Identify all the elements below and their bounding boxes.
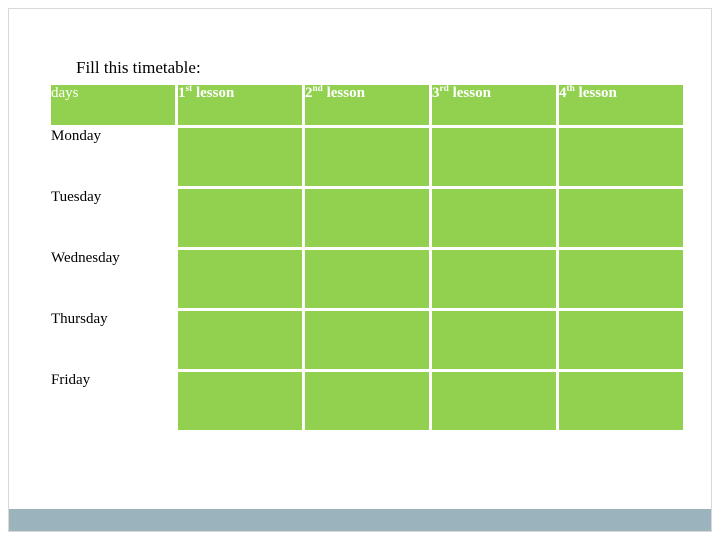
day-label-friday: Friday (51, 372, 175, 430)
lesson-4-number: 4 (559, 85, 567, 101)
cell-thursday-lesson-2[interactable] (305, 311, 429, 369)
cell-friday-lesson-1[interactable] (178, 372, 302, 430)
lesson-4-ordinal: th (566, 84, 575, 94)
cell-thursday-lesson-1[interactable] (178, 311, 302, 369)
cell-tuesday-lesson-3[interactable] (432, 189, 556, 247)
cell-monday-lesson-1[interactable] (178, 128, 302, 186)
table-row: Friday (51, 372, 683, 430)
footer-bar (9, 509, 711, 531)
cell-wednesday-lesson-2[interactable] (305, 250, 429, 308)
lesson-4-suffix: lesson (574, 85, 617, 101)
cell-friday-lesson-3[interactable] (432, 372, 556, 430)
cell-thursday-lesson-3[interactable] (432, 311, 556, 369)
lesson-2-number: 2 (305, 85, 313, 101)
column-header-lesson-4: 4th lesson (559, 84, 683, 125)
table-row: Monday (51, 128, 683, 186)
cell-monday-lesson-3[interactable] (432, 128, 556, 186)
column-header-lesson-2: 2nd lesson (305, 84, 429, 125)
table-row: Wednesday (51, 250, 683, 308)
lesson-1-suffix: lesson (192, 85, 235, 101)
column-header-days-label: days (51, 85, 79, 101)
slide-canvas: Fill this timetable: days 1st lesson 2nd… (0, 0, 720, 540)
cell-wednesday-lesson-3[interactable] (432, 250, 556, 308)
cell-tuesday-lesson-4[interactable] (559, 189, 683, 247)
lesson-3-number: 3 (432, 85, 440, 101)
instruction-text: Fill this timetable: (76, 58, 201, 77)
table-row: Thursday (51, 311, 683, 369)
cell-wednesday-lesson-4[interactable] (559, 250, 683, 308)
table-header-row: days 1st lesson 2nd lesson 3rd lesson 4t… (51, 84, 683, 125)
cell-monday-lesson-2[interactable] (305, 128, 429, 186)
cell-tuesday-lesson-1[interactable] (178, 189, 302, 247)
lesson-2-ordinal: nd (312, 84, 323, 94)
column-header-lesson-1: 1st lesson (178, 84, 302, 125)
lesson-3-ordinal: rd (439, 84, 449, 94)
lesson-1-number: 1 (178, 85, 186, 101)
lesson-3-suffix: lesson (448, 85, 491, 101)
timetable: days 1st lesson 2nd lesson 3rd lesson 4t… (48, 82, 686, 433)
day-label-thursday: Thursday (51, 311, 175, 369)
cell-thursday-lesson-4[interactable] (559, 311, 683, 369)
day-label-tuesday: Tuesday (51, 189, 175, 247)
cell-wednesday-lesson-1[interactable] (178, 250, 302, 308)
day-label-monday: Monday (51, 128, 175, 186)
lesson-2-suffix: lesson (322, 85, 365, 101)
cell-friday-lesson-2[interactable] (305, 372, 429, 430)
cell-tuesday-lesson-2[interactable] (305, 189, 429, 247)
cell-friday-lesson-4[interactable] (559, 372, 683, 430)
cell-monday-lesson-4[interactable] (559, 128, 683, 186)
table-row: Tuesday (51, 189, 683, 247)
column-header-lesson-3: 3rd lesson (432, 84, 556, 125)
day-label-wednesday: Wednesday (51, 250, 175, 308)
column-header-days: days (51, 85, 175, 125)
